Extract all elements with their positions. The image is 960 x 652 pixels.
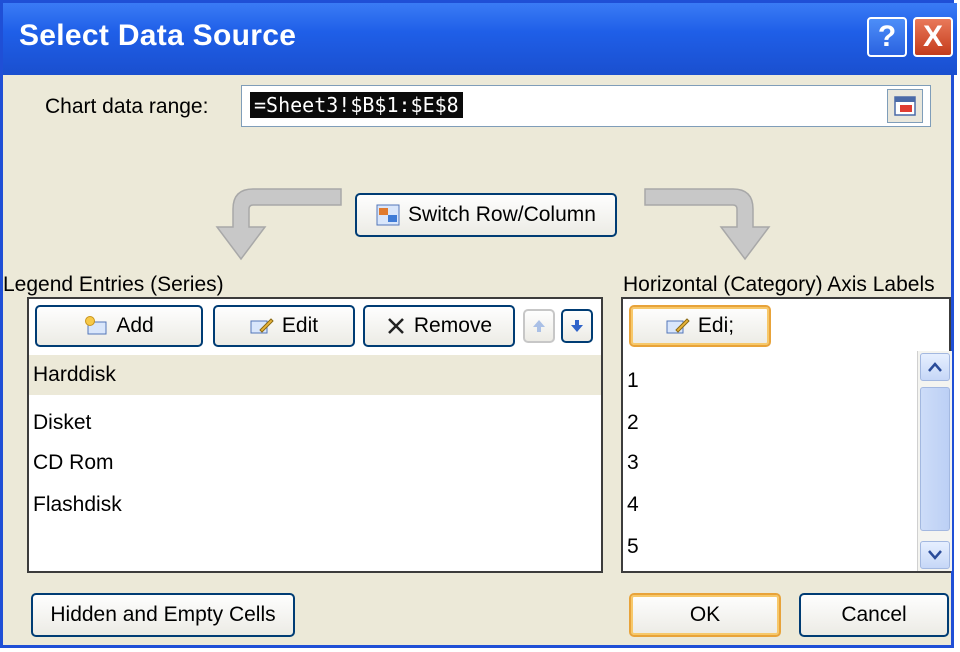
chevron-up-icon bbox=[928, 362, 942, 372]
title-bar[interactable]: Select Data Source ? X bbox=[3, 3, 957, 75]
chart-data-range-input[interactable]: =Sheet3!$B$1:$E$8 bbox=[241, 85, 931, 127]
remove-series-button[interactable]: Remove bbox=[363, 305, 515, 347]
cancel-label: Cancel bbox=[841, 603, 907, 626]
chevron-down-icon bbox=[928, 550, 942, 560]
add-series-button[interactable]: Add bbox=[35, 305, 203, 347]
legend-entries-header: Legend Entries (Series) bbox=[3, 273, 224, 296]
edit-icon bbox=[250, 318, 274, 334]
legend-entries-panel: Add Edit Remove Harddisk Disket CD Rom F… bbox=[27, 297, 603, 573]
cancel-button[interactable]: Cancel bbox=[799, 593, 949, 637]
add-label: Add bbox=[116, 314, 154, 337]
range-selector-icon bbox=[894, 96, 916, 116]
chart-data-range-value: =Sheet3!$B$1:$E$8 bbox=[250, 92, 463, 118]
scroll-down-button[interactable] bbox=[920, 541, 950, 569]
axis-labels-scrollbar[interactable] bbox=[917, 351, 952, 571]
edit-label: Edit bbox=[281, 314, 319, 337]
help-icon: ? bbox=[877, 20, 897, 53]
help-button[interactable]: ? bbox=[867, 17, 907, 57]
move-up-button[interactable] bbox=[523, 309, 555, 343]
close-icon: X bbox=[922, 20, 943, 53]
remove-icon bbox=[388, 318, 404, 334]
switch-icon bbox=[376, 204, 400, 226]
switch-row-column-button[interactable]: Switch Row/Column bbox=[355, 193, 617, 237]
axis-label-item[interactable]: 1 bbox=[623, 361, 915, 401]
axis-label-item[interactable]: 2 bbox=[623, 403, 915, 443]
arrow-right-decoration bbox=[644, 188, 771, 261]
close-button[interactable]: X bbox=[913, 17, 953, 57]
axis-label-item[interactable]: 3 bbox=[623, 443, 915, 483]
collapse-dialog-button[interactable] bbox=[887, 89, 923, 123]
add-icon bbox=[85, 316, 107, 335]
arrow-left-decoration bbox=[215, 188, 342, 261]
ok-button[interactable]: OK bbox=[629, 593, 781, 637]
edit-series-button[interactable]: Edit bbox=[213, 305, 355, 347]
edit-axis-label: Edi; bbox=[697, 314, 735, 337]
axis-label-item[interactable]: 5 bbox=[623, 527, 915, 567]
axis-labels-panel: Edi; 1 2 3 4 5 bbox=[621, 297, 951, 573]
scroll-up-button[interactable] bbox=[920, 353, 950, 381]
remove-label: Remove bbox=[413, 314, 493, 337]
arrow-up-icon bbox=[533, 320, 545, 332]
select-data-source-dialog: Select Data Source ? X Chart data range:… bbox=[0, 0, 957, 648]
chart-data-range-label: Chart data range: bbox=[45, 95, 209, 118]
legend-item[interactable]: CD Rom bbox=[29, 443, 601, 483]
switch-row-column-label: Switch Row/Column bbox=[408, 203, 596, 226]
ok-label: OK bbox=[689, 603, 721, 626]
edit-axis-labels-button[interactable]: Edi; bbox=[629, 305, 771, 347]
edit-icon bbox=[666, 318, 690, 334]
legend-item[interactable]: Flashdisk bbox=[29, 485, 601, 525]
arrow-down-icon bbox=[571, 320, 583, 332]
move-down-button[interactable] bbox=[561, 309, 593, 343]
hidden-and-empty-cells-label: Hidden and Empty Cells bbox=[50, 603, 276, 626]
hidden-and-empty-cells-button[interactable]: Hidden and Empty Cells bbox=[31, 593, 295, 637]
legend-item[interactable]: Disket bbox=[29, 403, 601, 443]
dialog-title: Select Data Source bbox=[19, 19, 297, 52]
scroll-thumb[interactable] bbox=[920, 387, 950, 531]
axis-label-item[interactable]: 4 bbox=[623, 485, 915, 525]
legend-item[interactable]: Harddisk bbox=[29, 355, 601, 395]
axis-labels-header: Horizontal (Category) Axis Labels bbox=[623, 273, 935, 296]
